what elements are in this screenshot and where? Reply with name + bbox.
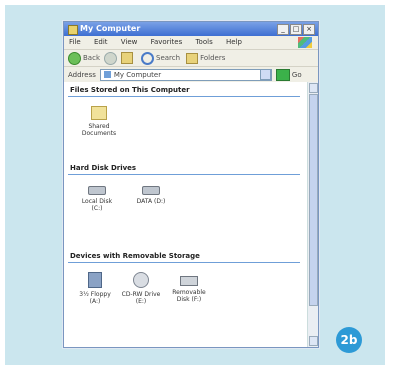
folders-icon xyxy=(186,52,199,64)
menu-bar: File Edit View Favorites Tools Help xyxy=(64,36,318,50)
address-value: My Computer xyxy=(113,70,162,79)
address-label: Address xyxy=(68,70,96,79)
step-badge: 2b xyxy=(336,327,362,353)
forward-arrow-icon xyxy=(104,51,117,65)
window-title: My Computer xyxy=(80,24,141,33)
address-field[interactable]: My Computer xyxy=(99,68,272,81)
title-bar[interactable]: My Computer _ □ × xyxy=(64,22,318,36)
menu-file[interactable]: File xyxy=(69,38,81,46)
close-button[interactable]: × xyxy=(303,24,315,35)
content-pane: Files Stored on This Computer Shared Doc… xyxy=(64,82,307,347)
windows-logo-icon xyxy=(298,37,312,48)
my-computer-window: My Computer _ □ × File Edit View Favorit… xyxy=(63,21,319,348)
menu-help[interactable]: Help xyxy=(226,38,242,46)
scroll-up-icon[interactable] xyxy=(309,83,318,93)
cd-drive-icon xyxy=(133,272,149,288)
folder-up-icon xyxy=(121,52,133,64)
floppy-icon xyxy=(88,272,102,288)
list-item-floppy[interactable]: 3½ Floppy (A:) xyxy=(74,272,116,305)
menu-view[interactable]: View xyxy=(121,38,138,46)
up-button[interactable] xyxy=(121,52,133,64)
minimize-button[interactable]: _ xyxy=(277,24,289,35)
toolbar: Back Search Folders xyxy=(64,50,318,67)
search-icon xyxy=(141,51,154,65)
vertical-scrollbar[interactable] xyxy=(307,82,318,347)
group-divider xyxy=(68,262,300,263)
back-button[interactable]: Back xyxy=(68,51,100,65)
hard-disk-icon xyxy=(88,186,106,195)
address-bar: Address My Computer Go xyxy=(64,67,318,83)
list-item-cd-drive[interactable]: CD-RW Drive (E:) xyxy=(120,272,162,305)
go-label[interactable]: Go xyxy=(292,71,302,79)
back-arrow-icon xyxy=(68,51,81,65)
menu-edit[interactable]: Edit xyxy=(94,38,108,46)
chevron-down-icon[interactable] xyxy=(259,69,271,80)
folder-icon xyxy=(91,106,107,120)
list-item-removable-disk[interactable]: Removable Disk (F:) xyxy=(168,272,210,303)
group-divider xyxy=(68,174,300,175)
group-heading-stored: Files Stored on This Computer xyxy=(70,86,190,94)
search-button[interactable]: Search xyxy=(141,51,180,65)
list-item-local-disk[interactable]: Local Disk (C:) xyxy=(76,182,118,212)
computer-icon xyxy=(68,25,78,35)
maximize-button[interactable]: □ xyxy=(290,24,302,35)
computer-icon xyxy=(103,71,111,78)
go-arrow-icon[interactable] xyxy=(275,68,290,81)
list-item-data-disk[interactable]: DATA (D:) xyxy=(130,182,172,205)
menu-tools[interactable]: Tools xyxy=(195,38,212,46)
menu-favorites[interactable]: Favorites xyxy=(151,38,183,46)
list-item-shared-documents[interactable]: Shared Documents xyxy=(78,106,120,137)
hard-disk-icon xyxy=(142,186,160,195)
folders-button[interactable]: Folders xyxy=(186,52,225,64)
group-divider xyxy=(68,96,300,97)
scroll-thumb[interactable] xyxy=(309,94,318,306)
group-heading-hdd: Hard Disk Drives xyxy=(70,164,137,172)
scroll-down-icon[interactable] xyxy=(309,336,318,346)
removable-disk-icon xyxy=(180,276,198,286)
group-heading-removable: Devices with Removable Storage xyxy=(70,252,200,260)
forward-button[interactable] xyxy=(104,51,117,65)
